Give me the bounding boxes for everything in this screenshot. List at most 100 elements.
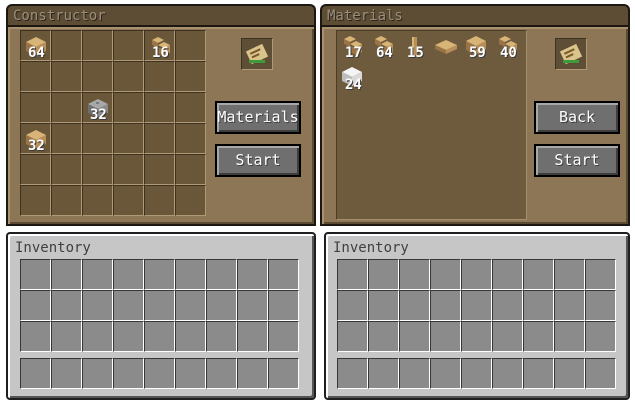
inventory-slot[interactable] (175, 259, 206, 290)
hotbar-slot[interactable] (237, 358, 268, 389)
material-item[interactable]: 17 (340, 33, 370, 63)
material-item[interactable]: 40 (495, 33, 525, 63)
constructor-slot[interactable] (113, 123, 144, 154)
inventory-slot[interactable] (554, 290, 585, 321)
inventory-slot[interactable] (337, 290, 368, 321)
inventory-slot[interactable] (175, 321, 206, 352)
hotbar-slot[interactable] (492, 358, 523, 389)
material-item[interactable]: 64 (371, 33, 401, 63)
constructor-slot[interactable] (82, 61, 113, 92)
inventory-slot[interactable] (368, 321, 399, 352)
constructor-slot[interactable] (51, 61, 82, 92)
hotbar-slot[interactable] (51, 358, 82, 389)
constructor-slot[interactable] (175, 123, 206, 154)
inventory-slot[interactable] (492, 290, 523, 321)
constructor-slot[interactable] (82, 154, 113, 185)
inventory-slot[interactable] (368, 259, 399, 290)
inventory-slot[interactable] (237, 259, 268, 290)
inventory-slot[interactable] (399, 259, 430, 290)
inventory-slot[interactable] (523, 259, 554, 290)
inventory-slot[interactable] (268, 321, 299, 352)
constructor-slot[interactable]: 64 (20, 30, 51, 61)
hotbar-slot[interactable] (430, 358, 461, 389)
inventory-slot[interactable] (144, 321, 175, 352)
inventory-slot[interactable] (206, 290, 237, 321)
inventory-slot[interactable] (461, 259, 492, 290)
material-item[interactable]: 24 (340, 64, 370, 94)
inventory-slot[interactable] (113, 259, 144, 290)
inventory-slot[interactable] (237, 290, 268, 321)
inventory-slot[interactable] (523, 290, 554, 321)
constructor-slot[interactable] (20, 154, 51, 185)
constructor-slot[interactable] (144, 123, 175, 154)
hotbar-slot[interactable] (175, 358, 206, 389)
start-button[interactable]: Start (215, 144, 301, 177)
constructor-slot[interactable] (82, 123, 113, 154)
constructor-slot[interactable] (51, 92, 82, 123)
inventory-slot[interactable] (430, 259, 461, 290)
constructor-slot[interactable] (113, 61, 144, 92)
hotbar-slot[interactable] (337, 358, 368, 389)
constructor-slot[interactable] (82, 185, 113, 216)
blueprint-slot[interactable] (555, 38, 587, 70)
inventory-slot[interactable] (461, 290, 492, 321)
inventory-slot[interactable] (206, 259, 237, 290)
inventory-slot[interactable] (523, 321, 554, 352)
constructor-slot[interactable] (175, 92, 206, 123)
constructor-slot[interactable] (20, 61, 51, 92)
inventory-slot[interactable] (461, 321, 492, 352)
inventory-slot[interactable] (268, 259, 299, 290)
inventory-slot[interactable] (20, 321, 51, 352)
constructor-slot[interactable] (20, 185, 51, 216)
inventory-slot[interactable] (492, 259, 523, 290)
inventory-slot[interactable] (206, 321, 237, 352)
inventory-slot[interactable] (399, 321, 430, 352)
inventory-slot[interactable] (492, 321, 523, 352)
hotbar-slot[interactable] (206, 358, 237, 389)
constructor-slot[interactable] (144, 61, 175, 92)
constructor-slot[interactable]: 32 (82, 92, 113, 123)
start-button[interactable]: Start (534, 144, 620, 177)
constructor-slot[interactable] (113, 92, 144, 123)
constructor-slot[interactable] (20, 92, 51, 123)
hotbar-slot[interactable] (399, 358, 430, 389)
constructor-slot[interactable]: 16 (144, 30, 175, 61)
constructor-slot[interactable] (144, 185, 175, 216)
inventory-slot[interactable] (51, 321, 82, 352)
inventory-slot[interactable] (554, 259, 585, 290)
hotbar-slot[interactable] (113, 358, 144, 389)
inventory-slot[interactable] (20, 259, 51, 290)
inventory-slot[interactable] (554, 321, 585, 352)
inventory-slot[interactable] (585, 259, 616, 290)
constructor-slot[interactable] (51, 185, 82, 216)
constructor-slot[interactable] (51, 154, 82, 185)
inventory-slot[interactable] (175, 290, 206, 321)
inventory-slot[interactable] (82, 321, 113, 352)
constructor-slot[interactable]: 32 (20, 123, 51, 154)
hotbar-slot[interactable] (268, 358, 299, 389)
inventory-slot[interactable] (144, 290, 175, 321)
constructor-slot[interactable] (113, 154, 144, 185)
constructor-slot[interactable] (175, 154, 206, 185)
inventory-slot[interactable] (144, 259, 175, 290)
material-item[interactable]: 15 (402, 33, 432, 63)
hotbar-slot[interactable] (144, 358, 175, 389)
inventory-slot[interactable] (430, 321, 461, 352)
constructor-slot[interactable] (113, 185, 144, 216)
blueprint-slot[interactable] (241, 38, 273, 70)
inventory-slot[interactable] (585, 321, 616, 352)
inventory-slot[interactable] (51, 290, 82, 321)
hotbar-slot[interactable] (461, 358, 492, 389)
hotbar-slot[interactable] (368, 358, 399, 389)
material-item[interactable] (433, 33, 463, 63)
hotbar-slot[interactable] (585, 358, 616, 389)
inventory-slot[interactable] (237, 321, 268, 352)
hotbar-slot[interactable] (20, 358, 51, 389)
hotbar-slot[interactable] (82, 358, 113, 389)
constructor-slot[interactable] (175, 30, 206, 61)
constructor-slot[interactable] (51, 30, 82, 61)
inventory-slot[interactable] (337, 259, 368, 290)
constructor-slot[interactable] (144, 154, 175, 185)
hotbar-slot[interactable] (523, 358, 554, 389)
constructor-slot[interactable] (82, 30, 113, 61)
